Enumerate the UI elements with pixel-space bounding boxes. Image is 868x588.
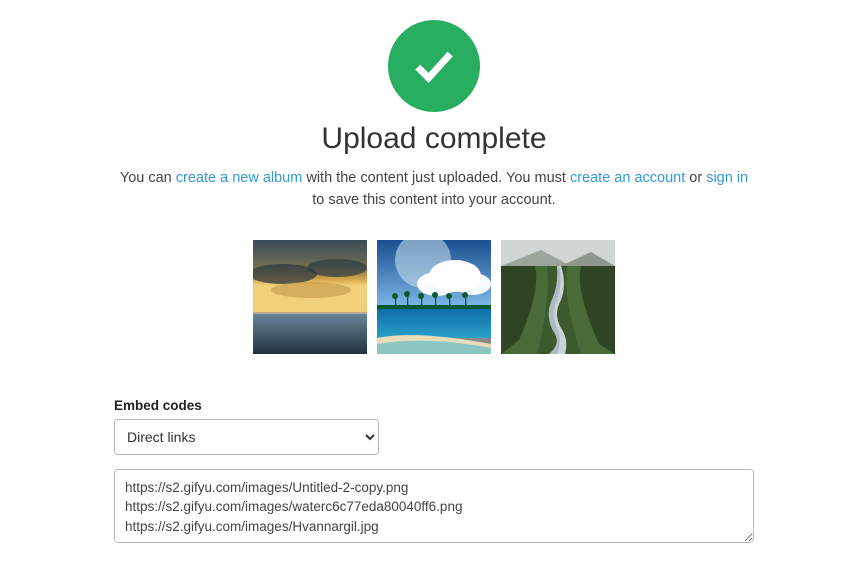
page-title: Upload complete: [114, 122, 754, 156]
embed-codes-label: Embed codes: [114, 398, 754, 413]
create-account-link[interactable]: create an account: [570, 170, 685, 186]
sign-in-link[interactable]: sign in: [706, 170, 748, 186]
thumbnail-row: [114, 240, 754, 354]
thumbnail-beach-palms[interactable]: [377, 240, 491, 354]
success-check-icon: [388, 20, 480, 112]
subtitle-mid2: or: [685, 170, 706, 186]
thumbnail-canyon-river[interactable]: [501, 240, 615, 354]
subtitle-text: You can create a new album with the cont…: [114, 168, 754, 212]
create-album-link[interactable]: create a new album: [176, 170, 303, 186]
thumbnail-sunset-sea[interactable]: [253, 240, 367, 354]
subtitle-prefix: You can: [120, 170, 176, 186]
subtitle-mid1: with the content just uploaded. You must: [302, 170, 570, 186]
embed-codes-textarea[interactable]: [114, 469, 754, 543]
subtitle-suffix: to save this content into your account.: [312, 192, 555, 208]
embed-format-select[interactable]: Direct links: [114, 419, 379, 455]
